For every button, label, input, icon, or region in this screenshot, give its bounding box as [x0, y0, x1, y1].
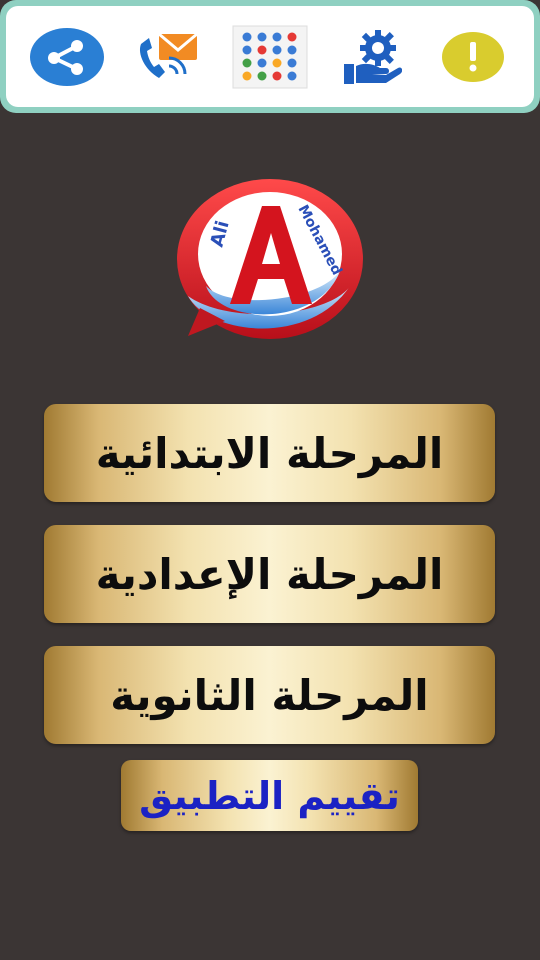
- grid-dot: [242, 32, 252, 41]
- grid-dot: [287, 45, 297, 54]
- grid-dot: [272, 32, 282, 41]
- preparatory-stage-button[interactable]: المرحلة الإعدادية: [44, 525, 495, 623]
- grid-dot: [242, 71, 252, 80]
- main-screen: Ali Mohamed المرحلة الابتدائية المرحلة ا…: [0, 0, 540, 960]
- share-icon: [29, 27, 104, 86]
- secondary-stage-button[interactable]: المرحلة الثانوية: [44, 646, 495, 744]
- grid-dot: [257, 45, 267, 54]
- grid-dot: [272, 58, 282, 67]
- grid-dot: [257, 71, 267, 80]
- preparatory-stage-label: المرحلة الإعدادية: [95, 549, 444, 599]
- info-icon: [442, 31, 505, 82]
- secondary-stage-label: المرحلة الثانوية: [110, 670, 429, 720]
- grid-dot: [257, 58, 267, 67]
- rate-app-label: تقييم التطبيق: [139, 773, 400, 818]
- grid-dot: [242, 58, 252, 67]
- share-button[interactable]: [27, 17, 107, 97]
- grid-dot: [257, 32, 267, 41]
- grid-dot: [287, 58, 297, 67]
- grid-dot: [242, 45, 252, 54]
- toolbar-panel: [6, 6, 534, 107]
- primary-stage-button[interactable]: المرحلة الابتدائية: [44, 404, 495, 502]
- contact-button[interactable]: [128, 17, 208, 97]
- rate-app-button[interactable]: تقييم التطبيق: [121, 760, 418, 831]
- more-apps-icon: [232, 25, 308, 88]
- app-logo: Ali Mohamed: [170, 176, 370, 346]
- more-apps-button[interactable]: [230, 17, 310, 97]
- grid-dot: [272, 45, 282, 54]
- grid-dot: [287, 32, 297, 41]
- contact-icon: [140, 32, 199, 78]
- grid-dot: [272, 71, 282, 80]
- settings-button[interactable]: [332, 17, 412, 97]
- primary-stage-label: المرحلة الابتدائية: [95, 428, 444, 478]
- settings-icon: [343, 29, 402, 84]
- grid-dot: [287, 71, 297, 80]
- top-toolbar: [0, 0, 540, 113]
- info-button[interactable]: [433, 17, 513, 97]
